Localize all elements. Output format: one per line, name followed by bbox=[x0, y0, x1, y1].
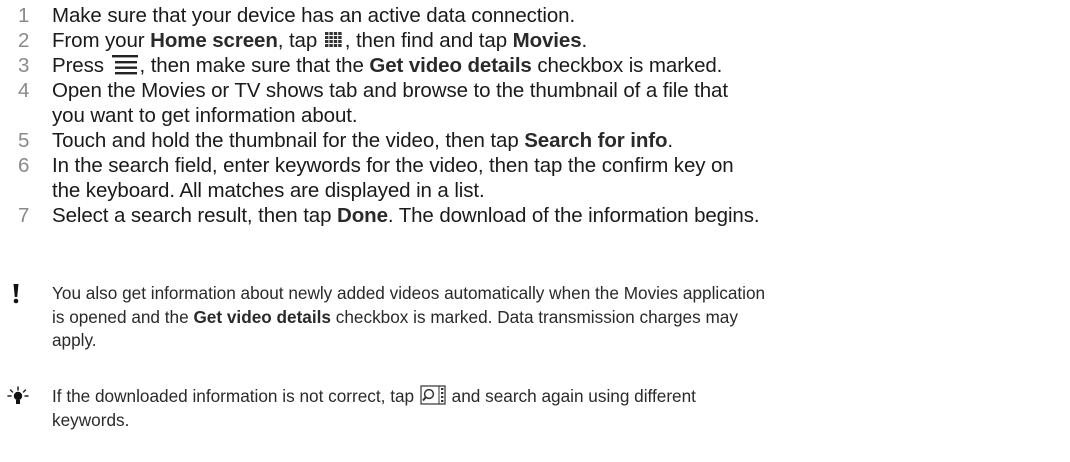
step-number: 4 bbox=[18, 79, 30, 102]
tip-text: If the downloaded information is not cor… bbox=[52, 385, 696, 430]
lightbulb-icon bbox=[7, 386, 29, 404]
step-item: 1 Make sure that your device has an activ… bbox=[0, 3, 1070, 28]
step-continuation: the keyboard. All matches are displayed … bbox=[52, 179, 485, 202]
text-run: checkbox is marked. bbox=[531, 54, 723, 77]
step-item: 5 Touch and hold the thumbnail for the vi… bbox=[0, 128, 1070, 153]
text-run: . bbox=[667, 129, 674, 152]
step-text: From your Home screen, tap , then find a… bbox=[52, 29, 587, 52]
bold-term: Done bbox=[337, 204, 388, 227]
text-run: Open the Movies or TV shows tab and brow… bbox=[52, 79, 728, 102]
step-item: 6 In the search field, enter keywords for… bbox=[0, 153, 1070, 203]
bold-term: Get video details bbox=[369, 54, 532, 77]
step-continuation: you want to get information about. bbox=[52, 104, 358, 127]
step-number: 6 bbox=[18, 154, 30, 177]
step-text: Touch and hold the thumbnail for the vid… bbox=[52, 129, 673, 152]
step-text: Open the Movies or TV shows tab and brow… bbox=[52, 79, 728, 102]
text-run: In the search field, enter keywords for … bbox=[52, 154, 734, 177]
exclamation-icon bbox=[13, 284, 19, 304]
bold-term: Movies bbox=[512, 29, 582, 52]
step-text: In the search field, enter keywords for … bbox=[52, 154, 734, 177]
step-number: 1 bbox=[18, 4, 30, 27]
text-run: From your bbox=[52, 29, 151, 52]
step-text: Make sure that your device has an active… bbox=[52, 4, 575, 27]
step-number: 3 bbox=[18, 54, 30, 77]
apps-grid-icon bbox=[324, 32, 342, 47]
step-number: 2 bbox=[18, 29, 30, 52]
note-text: You also get information about newly add… bbox=[52, 283, 766, 350]
step-item: 2 From your Home screen, tap , then find … bbox=[0, 28, 1070, 53]
step-item: 3 Press , then make sure that the Get vid… bbox=[0, 53, 1070, 78]
help-page: 1 Make sure that your device has an activ… bbox=[0, 0, 1070, 462]
text-run: , then make sure that the bbox=[139, 54, 370, 77]
text-run: Select a search result, then tap bbox=[52, 204, 338, 227]
bold-term: Search for info bbox=[524, 129, 668, 152]
bold-term: Home screen bbox=[150, 29, 278, 52]
text-run: . The download of the information begins… bbox=[387, 204, 760, 227]
step-item: 4 Open the Movies or TV shows tab and bro… bbox=[0, 78, 1070, 128]
menu-icon bbox=[111, 55, 138, 75]
step-number: 5 bbox=[18, 129, 30, 152]
step-item: 7 Select a search result, then tap Done. … bbox=[0, 203, 1070, 228]
text-run: , then find and tap bbox=[344, 29, 513, 52]
text-run: Make sure that your device has an active… bbox=[52, 4, 576, 27]
step-number: 7 bbox=[18, 204, 30, 227]
step-text: Press , then make sure that the Get vide… bbox=[52, 54, 722, 77]
text-run: , tap bbox=[277, 29, 323, 52]
text-run: Press bbox=[52, 54, 110, 77]
text-run: . bbox=[581, 29, 588, 52]
text-run: Touch and hold the thumbnail for the vid… bbox=[52, 129, 525, 152]
step-text: Select a search result, then tap Done. T… bbox=[52, 204, 760, 227]
step-list: 1 Make sure that your device has an activ… bbox=[0, 3, 1070, 228]
video-search-icon bbox=[420, 385, 446, 405]
